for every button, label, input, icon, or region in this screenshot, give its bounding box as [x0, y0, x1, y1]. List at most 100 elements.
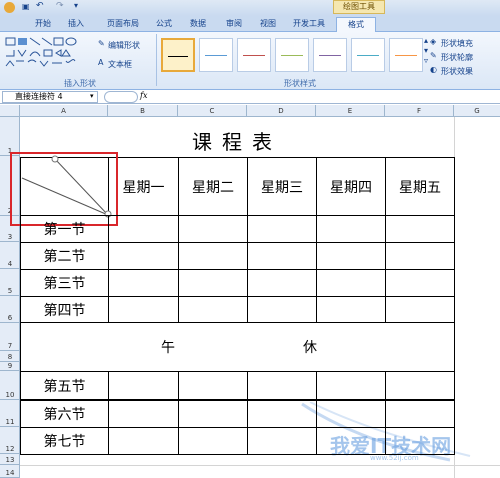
tab-home[interactable]: 开始 [28, 17, 58, 31]
tab-page-layout[interactable]: 页面布局 [100, 17, 146, 31]
timetable-cell[interactable] [178, 296, 248, 323]
timetable-cell[interactable] [108, 269, 179, 297]
timetable-cell[interactable] [108, 371, 179, 401]
style-swatch-1[interactable] [161, 38, 195, 72]
timetable-cell[interactable] [247, 215, 317, 243]
timetable-cell[interactable] [178, 399, 248, 428]
style-swatch-2[interactable] [199, 38, 233, 72]
period-label-cell[interactable]: 第一节 [20, 215, 109, 243]
period-label-cell[interactable]: 第二节 [20, 242, 109, 270]
column-header-e[interactable]: E [316, 105, 385, 117]
timetable-cell[interactable] [247, 296, 317, 323]
timetable-cell[interactable] [178, 269, 248, 297]
edit-shape-button[interactable]: 编辑形状 [108, 40, 140, 51]
tab-format[interactable]: 格式 [336, 17, 376, 32]
timetable-cell[interactable] [316, 269, 386, 297]
timetable-cell[interactable] [108, 242, 179, 270]
style-swatch-4[interactable] [275, 38, 309, 72]
timetable-cell[interactable] [108, 427, 179, 455]
timetable-cell[interactable] [385, 296, 455, 323]
row-header[interactable]: 5 [0, 269, 20, 296]
column-header-a[interactable]: A [20, 105, 108, 117]
timetable-cell[interactable] [247, 371, 317, 401]
shapes-gallery[interactable] [4, 36, 94, 72]
timetable-cell[interactable] [178, 371, 248, 401]
period-label-cell[interactable]: 第五节 [20, 371, 109, 401]
weekday-header-cell[interactable]: 星期四 [316, 157, 386, 216]
tab-view[interactable]: 视图 [254, 17, 282, 31]
timetable-cell[interactable] [108, 215, 179, 243]
style-swatch-7[interactable] [389, 38, 423, 72]
tab-developer[interactable]: 开发工具 [288, 17, 330, 31]
period-label-cell[interactable]: 第六节 [20, 399, 109, 428]
tab-data[interactable]: 数据 [184, 17, 212, 31]
timetable-cell[interactable] [385, 269, 455, 297]
redo-icon[interactable]: ↷ [56, 1, 64, 11]
office-button-icon[interactable] [4, 2, 15, 13]
row-header[interactable]: 12 [0, 427, 20, 454]
gallery-scroll-arrows-icon[interactable]: ▴ ▾ ▿ [424, 36, 428, 66]
column-header-g[interactable]: G [454, 105, 500, 117]
timetable-cell[interactable] [178, 242, 248, 270]
column-header-d[interactable]: D [247, 105, 316, 117]
column-header-c[interactable]: C [178, 105, 247, 117]
tab-review[interactable]: 审阅 [220, 17, 248, 31]
name-box[interactable]: 直接连接符 4 [2, 91, 98, 103]
timetable-cell[interactable] [385, 399, 455, 428]
row-header[interactable]: 6 [0, 296, 20, 323]
weekday-header-cell[interactable]: 星期五 [385, 157, 455, 216]
undo-icon[interactable]: ↶ [36, 1, 44, 11]
period-label-cell[interactable]: 第四节 [20, 296, 109, 323]
row-header[interactable]: 8 [0, 351, 20, 362]
timetable-cell[interactable] [316, 242, 386, 270]
shape-effects-button[interactable]: 形状效果 [441, 66, 473, 77]
shape-outline-button[interactable]: 形状轮廓 [441, 52, 473, 63]
row-header[interactable]: 10 [0, 371, 20, 400]
timetable-cell[interactable] [247, 427, 317, 455]
timetable-cell[interactable] [385, 215, 455, 243]
formula-expand-handle[interactable] [104, 91, 138, 103]
timetable-cell[interactable] [385, 427, 455, 455]
row-header[interactable]: 13 [0, 454, 20, 465]
style-swatch-6[interactable] [351, 38, 385, 72]
row-header[interactable]: 1 [0, 117, 20, 156]
timetable-cell[interactable] [316, 215, 386, 243]
weekday-header-cell[interactable]: 星期一 [108, 157, 179, 216]
select-all-corner[interactable] [0, 105, 20, 117]
style-swatch-5[interactable] [313, 38, 347, 72]
row-header[interactable]: 7 [0, 323, 20, 351]
tab-formulas[interactable]: 公式 [150, 17, 178, 31]
timetable-cell[interactable] [316, 427, 386, 455]
fx-icon[interactable]: fx [140, 91, 147, 100]
timetable-cell[interactable] [178, 427, 248, 455]
timetable-cell[interactable] [316, 371, 386, 401]
name-box-dropdown-icon[interactable]: ▾ [90, 92, 94, 100]
tab-insert[interactable]: 插入 [62, 17, 90, 31]
timetable-cell[interactable] [316, 296, 386, 323]
save-icon[interactable]: ▣ [22, 2, 30, 11]
timetable-cell[interactable] [108, 399, 179, 428]
column-header-f[interactable]: F [385, 105, 454, 117]
row-header[interactable]: 9 [0, 362, 20, 371]
timetable-cell[interactable] [385, 242, 455, 270]
timetable-cell[interactable] [247, 269, 317, 297]
lunch-break-merged-cell[interactable]: 午 休 [20, 322, 455, 372]
quick-access-dropdown-icon[interactable]: ▾ [74, 1, 78, 10]
timetable-cell[interactable] [247, 242, 317, 270]
weekday-header-cell[interactable]: 星期二 [178, 157, 248, 216]
timetable-cell[interactable] [385, 371, 455, 401]
row-header[interactable]: 11 [0, 400, 20, 427]
timetable-cell[interactable] [247, 399, 317, 428]
timetable-cell[interactable] [316, 399, 386, 428]
row-header[interactable]: 4 [0, 242, 20, 269]
timetable-cell[interactable] [108, 296, 179, 323]
period-label-cell[interactable]: 第三节 [20, 269, 109, 297]
row-header[interactable]: 14 [0, 465, 20, 478]
textbox-button[interactable]: 文本框 [108, 59, 132, 70]
shape-fill-button[interactable]: 形状填充 [441, 38, 473, 49]
weekday-header-cell[interactable]: 星期三 [247, 157, 317, 216]
column-header-b[interactable]: B [108, 105, 178, 117]
style-swatch-3[interactable] [237, 38, 271, 72]
timetable-cell[interactable] [178, 215, 248, 243]
period-label-cell[interactable]: 第七节 [20, 427, 109, 455]
